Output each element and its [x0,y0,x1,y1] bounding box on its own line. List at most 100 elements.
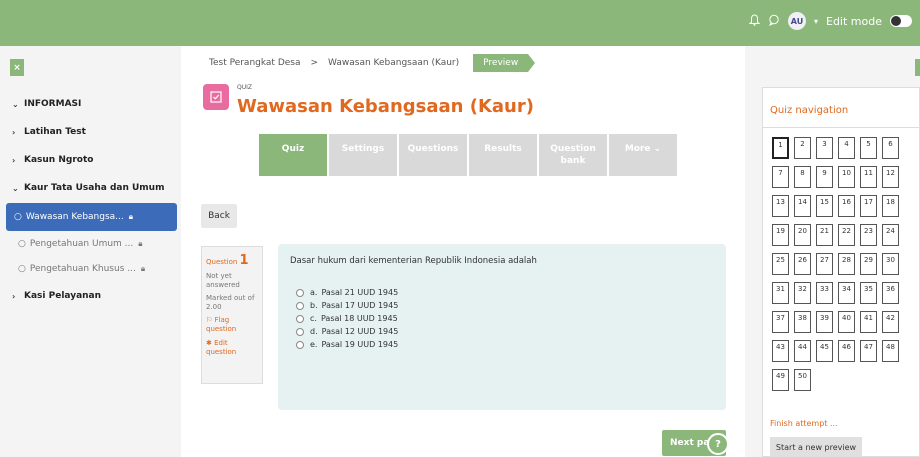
quiz-nav-button[interactable]: 14 [794,195,811,217]
answer-radio[interactable] [296,301,304,310]
chevron-down-icon[interactable]: ⌄ [12,100,24,109]
quiz-nav-button[interactable]: 8 [794,166,811,188]
quiz-nav-button[interactable]: 21 [816,224,833,246]
activity-pengetahuan-khusus[interactable]: ○ Pengetahuan Khusus ... 🔒︎ [0,255,181,283]
quiz-nav-button[interactable]: 23 [860,224,877,246]
answer-radio[interactable] [296,314,304,323]
quiz-nav-button[interactable]: 38 [794,311,811,333]
quiz-nav-button[interactable]: 10 [838,166,855,188]
section-latihan-test[interactable]: › Latihan Test [0,118,181,146]
start-new-preview-button[interactable]: Start a new preview [770,437,862,457]
quiz-nav-button[interactable]: 26 [794,253,811,275]
quiz-nav-button[interactable]: 20 [794,224,811,246]
answer-option-c[interactable]: c. Pasal 18 UUD 1945 [296,312,714,325]
quiz-nav-button[interactable]: 43 [772,340,789,362]
section-label: Kaur Tata Usaha dan Umum [24,183,165,193]
quiz-nav-button[interactable]: 19 [772,224,789,246]
quiz-nav-button[interactable]: 6 [882,137,899,159]
quiz-nav-button[interactable]: 12 [882,166,899,188]
quiz-nav-button[interactable]: 15 [816,195,833,217]
finish-attempt-link[interactable]: Finish attempt ... [770,419,838,428]
answer-letter: d. [310,327,318,336]
quiz-nav-button[interactable]: 7 [772,166,789,188]
edit-question-link[interactable]: ✱ Edit question [206,339,258,357]
quiz-nav-button[interactable]: 3 [816,137,833,159]
quiz-nav-button[interactable]: 25 [772,253,789,275]
message-icon[interactable] [768,14,780,29]
quiz-nav-button[interactable]: 36 [882,282,899,304]
quiz-nav-button[interactable]: 37 [772,311,789,333]
quiz-nav-button[interactable]: 27 [816,253,833,275]
chevron-right-icon[interactable]: › [12,128,24,137]
answer-radio[interactable] [296,327,304,336]
close-drawer-button[interactable]: × [10,59,24,76]
quiz-icon [203,84,229,110]
tab-question-bank[interactable]: Question bank [539,134,607,176]
close-block-drawer-button[interactable] [915,59,920,76]
breadcrumb-item[interactable]: Wawasan Kebangsaan (Kaur) [328,58,459,68]
circle-icon: ○ [18,239,26,249]
answer-option-e[interactable]: e. Pasal 19 UUD 1945 [296,338,714,351]
quiz-nav-button[interactable]: 31 [772,282,789,304]
quiz-nav-button[interactable]: 28 [838,253,855,275]
answer-option-b[interactable]: b. Pasal 17 UUD 1945 [296,299,714,312]
quiz-nav-button[interactable]: 11 [860,166,877,188]
edit-mode-toggle[interactable] [890,15,912,27]
quiz-nav-button[interactable]: 13 [772,195,789,217]
help-button[interactable]: ? [707,433,729,455]
section-kasi-pelayanan[interactable]: › Kasi Pelayanan [0,282,181,310]
tab-results[interactable]: Results [469,134,537,176]
quiz-nav-button[interactable]: 48 [882,340,899,362]
chevron-down-icon[interactable]: ▾ [814,17,818,26]
breadcrumb-item[interactable]: Test Perangkat Desa [209,58,301,68]
quiz-nav-button[interactable]: 47 [860,340,877,362]
back-button[interactable]: Back [201,204,237,228]
quiz-nav-button[interactable]: 1 [772,137,789,159]
activity-wawasan-kebangsaan[interactable]: ○ Wawasan Kebangsa... 🔒︎ [6,203,177,231]
quiz-nav-button[interactable]: 16 [838,195,855,217]
quiz-nav-button[interactable]: 46 [838,340,855,362]
quiz-nav-button[interactable]: 9 [816,166,833,188]
quiz-nav-button[interactable]: 34 [838,282,855,304]
quiz-nav-button[interactable]: 32 [794,282,811,304]
tab-more[interactable]: More ⌄ [609,134,677,176]
quiz-nav-button[interactable]: 2 [794,137,811,159]
chevron-right-icon[interactable]: › [12,156,24,165]
tab-quiz[interactable]: Quiz [259,134,327,176]
quiz-nav-button[interactable]: 35 [860,282,877,304]
quiz-nav-button[interactable]: 24 [882,224,899,246]
quiz-nav-button[interactable]: 42 [882,311,899,333]
tab-questions[interactable]: Questions [399,134,467,176]
tab-settings[interactable]: Settings [329,134,397,176]
quiz-nav-button[interactable]: 5 [860,137,877,159]
avatar[interactable]: AU [787,12,806,30]
chevron-right-icon[interactable]: › [12,292,24,301]
quiz-nav-button[interactable]: 22 [838,224,855,246]
quiz-nav-button[interactable]: 50 [794,369,811,391]
quiz-nav-button[interactable]: 30 [882,253,899,275]
quiz-nav-button[interactable]: 45 [816,340,833,362]
activity-pengetahuan-umum[interactable]: ○ Pengetahuan Umum ... 🔒︎ [0,230,181,258]
quiz-nav-button[interactable]: 44 [794,340,811,362]
answer-option-d[interactable]: d. Pasal 12 UUD 1945 [296,325,714,338]
quiz-nav-button[interactable]: 49 [772,369,789,391]
section-kaur-tata-usaha[interactable]: ⌄ Kaur Tata Usaha dan Umum [0,174,181,202]
bell-icon[interactable] [748,13,761,29]
quiz-nav-button[interactable]: 4 [838,137,855,159]
quiz-nav-button[interactable]: 33 [816,282,833,304]
flag-question-link[interactable]: ⚐ Flag question [206,316,258,334]
answer-radio[interactable] [296,340,304,349]
quiz-nav-button[interactable]: 41 [860,311,877,333]
answer-option-a[interactable]: a. Pasal 21 UUD 1945 [296,286,714,299]
lock-icon: 🔒︎ [128,212,134,221]
section-informasi[interactable]: ⌄ INFORMASI [0,90,181,118]
section-kasun-ngroto[interactable]: › Kasun Ngroto [0,146,181,174]
block-drawer: Quiz navigation 1 2 3 4 5 6 7 8 9 10 11 12 13 14 15 16 1… [745,46,920,457]
answer-radio[interactable] [296,288,304,297]
quiz-nav-button[interactable]: 29 [860,253,877,275]
chevron-down-icon[interactable]: ⌄ [12,184,24,193]
quiz-nav-button[interactable]: 40 [838,311,855,333]
quiz-nav-button[interactable]: 39 [816,311,833,333]
quiz-nav-button[interactable]: 17 [860,195,877,217]
quiz-nav-button[interactable]: 18 [882,195,899,217]
